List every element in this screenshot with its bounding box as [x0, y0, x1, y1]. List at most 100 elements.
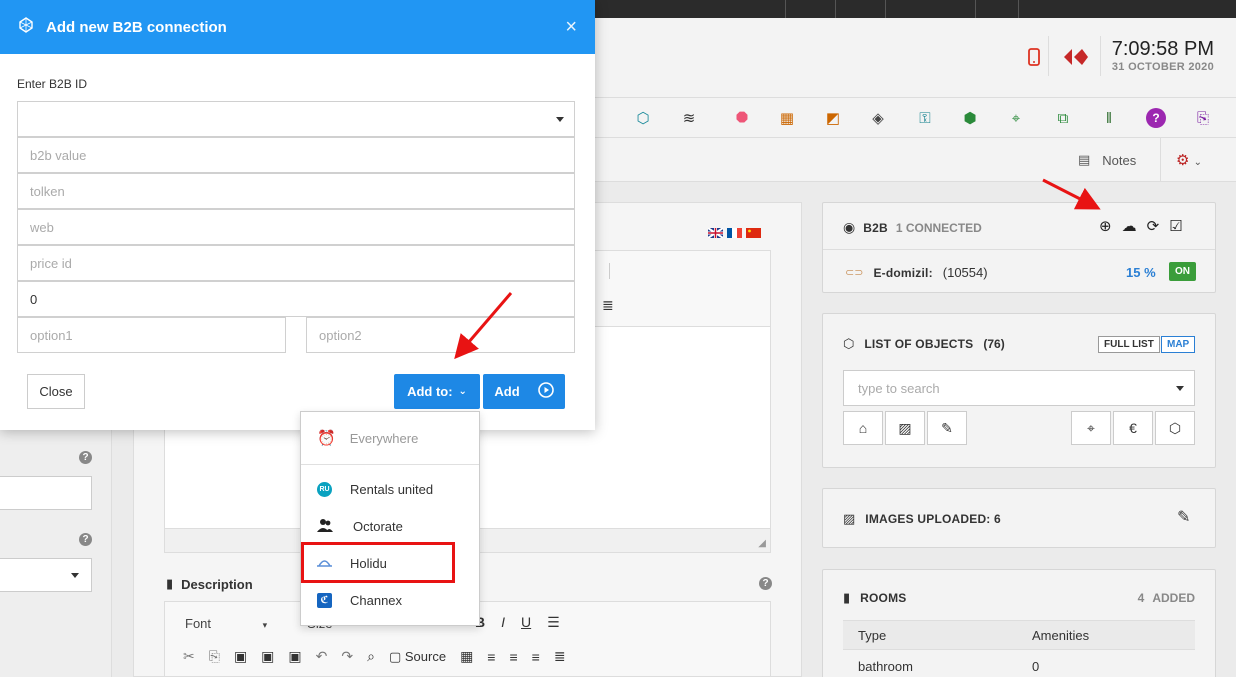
add-to-label: Add to:: [407, 384, 453, 399]
sitemap-icon[interactable]: ⧉: [1053, 108, 1073, 128]
cut-icon[interactable]: ✂: [183, 648, 195, 665]
cubes-icon[interactable]: ⬢: [960, 108, 980, 128]
images-title: IMAGES UPLOADED: 6: [865, 512, 1001, 526]
book-icon: ▮: [166, 576, 174, 591]
dropdown-item-channex[interactable]: ℭ Channex: [301, 585, 479, 615]
align-center-icon[interactable]: ≡: [509, 649, 517, 665]
add-to-button[interactable]: Add to: ⌄: [394, 374, 480, 409]
map-pin-icon[interactable]: ⌖: [1071, 411, 1111, 445]
full-list-button[interactable]: FULL LIST: [1098, 336, 1160, 353]
clock-date: 31 OCTOBER 2020: [1111, 61, 1214, 73]
key-icon[interactable]: ⚿: [915, 108, 935, 128]
rooms-col-amenities: Amenities: [1032, 628, 1090, 643]
channex-logo-icon: ℭ: [317, 592, 332, 608]
layers-icon[interactable]: ≋: [679, 108, 699, 128]
flag-cn-icon[interactable]: [746, 228, 761, 238]
redo-icon[interactable]: ↷: [341, 648, 353, 665]
notes-button[interactable]: ▤ Notes: [1078, 152, 1136, 168]
stack-icon[interactable]: ◈: [868, 108, 888, 128]
numeric-field[interactable]: 0: [17, 281, 575, 317]
cube-icon[interactable]: ⬡: [633, 108, 653, 128]
language-flags: [708, 228, 761, 238]
add-circle-icon[interactable]: ⊕: [1099, 217, 1112, 235]
ticket-icon[interactable]: ✎: [927, 411, 967, 445]
add-document-icon[interactable]: ⎘: [1193, 108, 1213, 128]
option2-field[interactable]: option2: [306, 317, 575, 353]
cloud-upload-icon[interactable]: ☁: [1122, 217, 1137, 235]
b2b-id-select[interactable]: [17, 101, 575, 137]
price-id-field[interactable]: price id: [17, 245, 575, 281]
dropdown-item-label: Channex: [350, 592, 403, 608]
modal-title: Add new B2B connection: [46, 18, 227, 36]
italic-icon[interactable]: I: [501, 614, 505, 631]
books-icon[interactable]: ‖: [1099, 108, 1119, 128]
underline-icon[interactable]: U: [521, 614, 531, 631]
objects-title: LIST OF OBJECTS: [864, 337, 974, 351]
align-left-icon[interactable]: ≡: [487, 649, 495, 665]
euro-icon[interactable]: €: [1113, 411, 1153, 445]
align-justify-icon[interactable]: ≣: [554, 648, 566, 665]
resize-handle-icon[interactable]: ◢: [758, 538, 766, 549]
tolken-field[interactable]: tolken: [17, 173, 575, 209]
checkbox-icon[interactable]: ☑: [1169, 217, 1182, 235]
settings-gear-icon[interactable]: ⚙ ⌄: [1176, 151, 1202, 169]
map-button[interactable]: MAP: [1161, 336, 1196, 353]
help-icon[interactable]: ?: [759, 577, 772, 590]
modal-header: Add new B2B connection ×: [0, 0, 595, 54]
objects-search-input[interactable]: type to search: [843, 370, 1195, 406]
rooms-col-type: Type: [858, 628, 887, 643]
room-amenities-cell: 0: [1032, 659, 1040, 674]
font-select[interactable]: Font ▾: [185, 616, 267, 631]
close-button[interactable]: Close: [27, 374, 85, 409]
cube-icon[interactable]: ⬡: [1155, 411, 1195, 445]
b2b-status-badge[interactable]: ON: [1169, 262, 1196, 281]
align-justify-icon[interactable]: ≣: [602, 297, 614, 314]
objects-count: (76): [983, 337, 1005, 351]
checker-icon[interactable]: ◩: [823, 108, 843, 128]
paste-icon[interactable]: ▣: [234, 648, 247, 665]
source-button[interactable]: ▢ Source: [389, 649, 446, 665]
notes-label: Notes: [1102, 152, 1137, 168]
table-icon[interactable]: ▦: [460, 648, 473, 665]
list-icon[interactable]: ☰: [547, 614, 560, 631]
find-icon[interactable]: ⌕: [367, 648, 375, 665]
edit-icon[interactable]: ✎: [1177, 507, 1190, 527]
dropdown-item-rentals-united[interactable]: RU Rentals united: [301, 474, 479, 504]
paste-word-icon[interactable]: ▣: [288, 648, 301, 665]
add-button[interactable]: Add: [483, 374, 565, 409]
web-field[interactable]: web: [17, 209, 575, 245]
b2b-connected-count: 1 CONNECTED: [895, 220, 982, 235]
dropdown-item-everywhere[interactable]: ⏰ Everywhere: [301, 423, 479, 453]
paste-text-icon[interactable]: ▣: [261, 648, 274, 665]
left-input-field[interactable]: [0, 476, 92, 510]
house-icon[interactable]: ⌂: [843, 411, 883, 445]
arrows-logo-icon[interactable]: [1064, 49, 1088, 68]
dropdown-item-label: Rentals united: [350, 481, 434, 497]
b2b-row[interactable]: ⊂⊃ E-domizil: (10554): [845, 265, 988, 280]
flag-uk-icon[interactable]: [708, 228, 723, 238]
map-pin-icon[interactable]: ⌖: [1006, 108, 1026, 128]
calendar-icon[interactable]: ▦: [777, 108, 797, 128]
close-icon[interactable]: ×: [565, 16, 577, 39]
objects-panel: ⬡ LIST OF OBJECTS (76) FULL LIST MAP typ…: [822, 313, 1216, 468]
b2b-value-field[interactable]: b2b value: [17, 137, 575, 173]
rooms-title: ROOMS: [860, 591, 907, 605]
copy-icon[interactable]: ⎘: [209, 648, 220, 665]
flag-fr-icon[interactable]: [727, 228, 742, 238]
left-select-field[interactable]: [0, 558, 92, 592]
option1-field[interactable]: option1: [17, 317, 286, 353]
door-icon: ▮: [843, 590, 851, 605]
align-right-icon[interactable]: ≡: [532, 649, 540, 665]
help-icon[interactable]: ?: [1146, 108, 1166, 128]
sync-icon[interactable]: ⟳: [1147, 217, 1160, 235]
phone-icon[interactable]: [1028, 48, 1040, 71]
undo-icon[interactable]: ↶: [316, 648, 328, 665]
image-file-icon[interactable]: ▨: [885, 411, 925, 445]
dropdown-item-octorate[interactable]: Octorate: [301, 511, 479, 541]
help-icon[interactable]: ?: [79, 451, 92, 464]
table-row[interactable]: bathroom 0: [843, 652, 1195, 677]
images-icon: ▨: [843, 511, 856, 526]
link-icon: ⊂⊃: [845, 267, 864, 279]
help-icon[interactable]: ?: [79, 533, 92, 546]
octagon-icon[interactable]: ⯃: [732, 108, 752, 128]
